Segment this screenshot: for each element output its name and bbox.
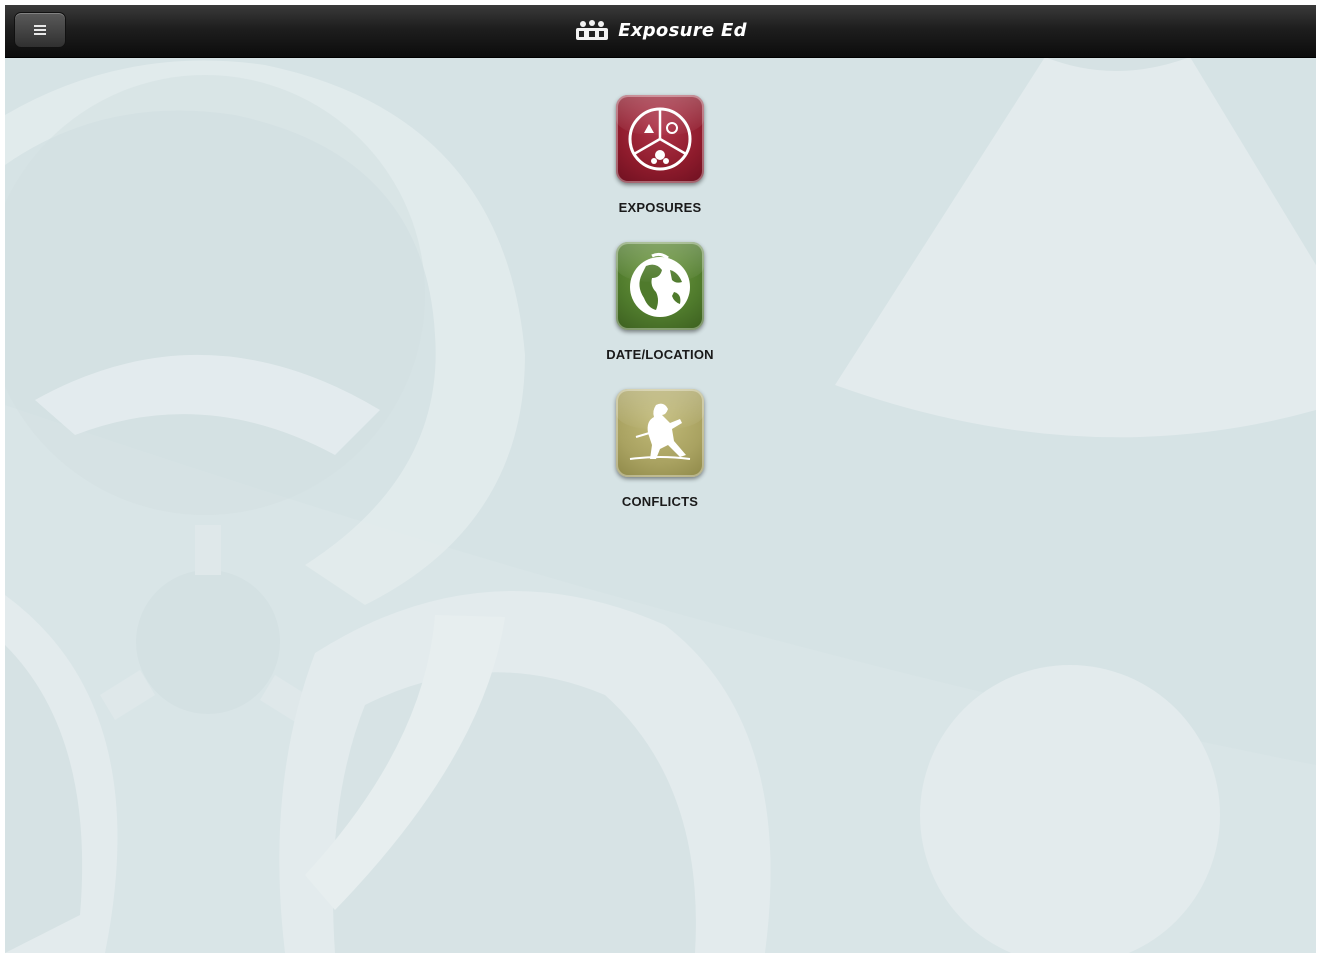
app-frame: Exposure Ed EXPOSURES DATE/LOCATION CONF… — [5, 5, 1316, 953]
exposures-label: EXPOSURES — [618, 200, 702, 215]
globe-icon — [630, 252, 690, 317]
date-location-tile-icon — [616, 242, 704, 330]
conflicts-tile[interactable]: CONFLICTS — [570, 389, 750, 509]
hazard-symbols-icon — [628, 107, 692, 171]
exposures-tile-icon — [616, 95, 704, 183]
top-navigation-bar: Exposure Ed — [5, 5, 1316, 58]
date-location-tile[interactable]: DATE/LOCATION — [570, 242, 750, 362]
date-location-label: DATE/LOCATION — [606, 347, 714, 362]
soldier-icon — [629, 403, 691, 460]
conflicts-tile-icon — [616, 389, 704, 477]
app-title-group: Exposure Ed — [5, 15, 1316, 45]
people-group-icon — [576, 20, 609, 40]
exposures-tile[interactable]: EXPOSURES — [570, 95, 750, 215]
app-title: Exposure Ed — [618, 19, 747, 41]
conflicts-label: CONFLICTS — [621, 494, 699, 509]
